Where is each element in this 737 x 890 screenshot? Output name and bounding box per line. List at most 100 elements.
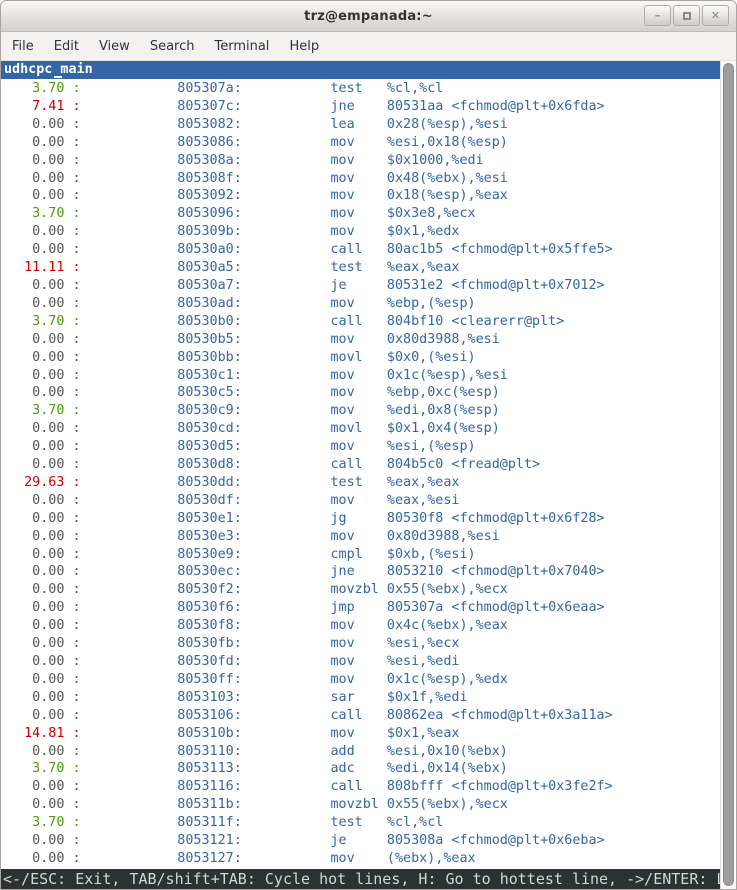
asm-instruction: 8053103: sar $0x1f,%edi [81, 690, 468, 705]
asm-row[interactable]: 0.00 : 8053103: sar $0x1f,%edi [1, 689, 720, 707]
asm-instruction: 805309b: mov $0x1,%edx [81, 224, 460, 239]
asm-instruction: 8053096: mov $0x3e8,%ecx [81, 206, 476, 221]
asm-rows: 3.70 : 805307a: test %cl,%cl 7.41 : 8053… [1, 79, 720, 869]
asm-row[interactable]: 0.00 : 8053116: call 808bfff <fchmod@plt… [1, 778, 720, 796]
asm-row[interactable]: 0.00 : 80530a0: call 80ac1b5 <fchmod@plt… [1, 241, 720, 259]
sample-percent: 0.00 : [8, 296, 81, 311]
asm-instruction: 80530e3: mov 0x80d3988,%esi [81, 529, 500, 544]
asm-instruction: 80530a0: call 80ac1b5 <fchmod@plt+0x5ffe… [81, 242, 613, 257]
asm-row[interactable]: 3.70 : 80530c9: mov %edi,0x8(%esp) [1, 402, 720, 420]
asm-row[interactable]: 0.00 : 80530d8: call 804b5c0 <fread@plt> [1, 456, 720, 474]
status-bar: <-/ESC: Exit, TAB/shift+TAB: Cycle hot l… [1, 869, 720, 889]
asm-row[interactable]: 0.00 : 80530cd: movl $0x1,0x4(%esp) [1, 420, 720, 438]
scrollbar-thumb[interactable] [723, 63, 734, 886]
asm-row[interactable]: 0.00 : 80530d5: mov %esi,(%esp) [1, 438, 720, 456]
asm-row[interactable]: 0.00 : 8053127: mov (%ebx),%eax [1, 850, 720, 868]
asm-row[interactable]: 3.70 : 805311f: test %cl,%cl [1, 814, 720, 832]
asm-row[interactable]: 3.70 : 8053113: adc %edi,0x14(%ebx) [1, 760, 720, 778]
asm-row[interactable]: 0.00 : 80530f6: jmp 805307a <fchmod@plt+… [1, 599, 720, 617]
menu-item-terminal[interactable]: Terminal [204, 34, 279, 59]
sample-percent: 0.00 : [8, 439, 81, 454]
asm-row[interactable]: 29.63 : 80530dd: test %eax,%eax [1, 474, 720, 492]
menu-item-edit[interactable]: Edit [44, 34, 89, 59]
titlebar[interactable]: trz@empanada:~ – ✕ [1, 1, 736, 32]
window-title: trz@empanada:~ [304, 9, 433, 24]
sample-percent: 0.00 : [8, 278, 81, 293]
asm-row[interactable]: 3.70 : 8053096: mov $0x3e8,%ecx [1, 205, 720, 223]
sample-percent: 0.00 : [8, 636, 81, 651]
cursor [54, 76, 62, 78]
asm-row[interactable]: 14.81 : 805310b: mov $0x1,%eax [1, 725, 720, 743]
asm-row[interactable]: 0.00 : 80530c1: mov 0x1c(%esp),%esi [1, 367, 720, 385]
asm-instruction: 8053106: call 80862ea <fchmod@plt+0x3a11… [81, 708, 613, 723]
asm-row[interactable]: 0.00 : 8053086: mov %esi,0x18(%esp) [1, 134, 720, 152]
asm-row[interactable]: 0.00 : 80530f2: movzbl 0x55(%ebx),%ecx [1, 581, 720, 599]
asm-row[interactable]: 0.00 : 80530e1: jg 80530f8 <fchmod@plt+0… [1, 510, 720, 528]
asm-row[interactable]: 0.00 : 80530df: mov %eax,%esi [1, 492, 720, 510]
asm-instruction: 8053086: mov %esi,0x18(%esp) [81, 135, 508, 150]
maximize-button[interactable] [673, 5, 700, 26]
sample-percent: 0.00 : [8, 690, 81, 705]
asm-instruction: 8053121: je 805308a <fchmod@plt+0x6eba> [81, 833, 605, 848]
sample-percent: 11.11 : [8, 260, 81, 275]
asm-row[interactable]: 0.00 : 80530f8: mov 0x4c(%ebx),%eax [1, 617, 720, 635]
sample-percent: 0.00 : [8, 797, 81, 812]
asm-instruction: 80530d8: call 804b5c0 <fread@plt> [81, 457, 541, 472]
asm-row[interactable]: 0.00 : 8053082: lea 0x28(%esp),%esi [1, 116, 720, 134]
asm-row[interactable]: 0.00 : 80530fb: mov %esi,%ecx [1, 635, 720, 653]
sample-percent: 0.00 : [8, 350, 81, 365]
asm-row[interactable]: 0.00 : 80530bb: movl $0x0,(%esi) [1, 349, 720, 367]
sample-percent: 3.70 : [8, 314, 81, 329]
asm-instruction: 80530a5: test %eax,%eax [81, 260, 460, 275]
asm-instruction: 80530d5: mov %esi,(%esp) [81, 439, 476, 454]
asm-row[interactable]: 0.00 : 80530e3: mov 0x80d3988,%esi [1, 528, 720, 546]
asm-instruction: 805307c: jne 80531aa <fchmod@plt+0x6fda> [81, 99, 605, 114]
asm-instruction: 80530b5: mov 0x80d3988,%esi [81, 332, 500, 347]
asm-row[interactable]: 0.00 : 8053092: mov 0x18(%esp),%eax [1, 187, 720, 205]
menu-item-file[interactable]: File [2, 34, 44, 59]
asm-row[interactable]: 0.00 : 80530ad: mov %ebp,(%esp) [1, 295, 720, 313]
asm-instruction: 80530e9: cmpl $0xb,(%esi) [81, 547, 476, 562]
asm-instruction: 80530a7: je 80531e2 <fchmod@plt+0x7012> [81, 278, 605, 293]
asm-row[interactable]: 0.00 : 805308a: mov $0x1000,%edi [1, 152, 720, 170]
scrollbar[interactable] [720, 61, 736, 889]
sample-percent: 14.81 : [8, 726, 81, 741]
sample-percent: 29.63 : [8, 475, 81, 490]
sample-percent: 0.00 : [8, 547, 81, 562]
asm-instruction: 805310b: mov $0x1,%eax [81, 726, 460, 741]
sample-percent: 0.00 : [8, 511, 81, 526]
asm-row[interactable]: 0.00 : 8053110: add %esi,0x10(%ebx) [1, 743, 720, 761]
asm-row[interactable]: 0.00 : 80530ff: mov 0x1c(%esp),%edx [1, 671, 720, 689]
asm-row[interactable]: 0.00 : 80530a7: je 80531e2 <fchmod@plt+0… [1, 277, 720, 295]
asm-row[interactable]: 0.00 : 805311b: movzbl 0x55(%ebx),%ecx [1, 796, 720, 814]
asm-row[interactable]: 3.70 : 805307a: test %cl,%cl [1, 80, 720, 98]
minimize-button[interactable]: – [644, 5, 671, 26]
menu-item-view[interactable]: View [89, 34, 140, 59]
asm-instruction: 80530f6: jmp 805307a <fchmod@plt+0x6eaa> [81, 600, 605, 615]
symbol-header[interactable]: udhcpc main [1, 61, 720, 79]
asm-row[interactable]: 0.00 : 8053106: call 80862ea <fchmod@plt… [1, 707, 720, 725]
asm-instruction: 80530fd: mov %esi,%edi [81, 654, 460, 669]
asm-row[interactable]: 0.00 : 8053121: je 805308a <fchmod@plt+0… [1, 832, 720, 850]
sample-percent: 0.00 : [8, 171, 81, 186]
menu-item-search[interactable]: Search [140, 34, 205, 59]
asm-row[interactable]: 0.00 : 80530c5: mov %ebp,0xc(%esp) [1, 384, 720, 402]
sample-percent: 0.00 : [8, 582, 81, 597]
asm-row[interactable]: 3.70 : 80530b0: call 804bf10 <clearerr@p… [1, 313, 720, 331]
asm-row[interactable]: 0.00 : 805309b: mov $0x1,%edx [1, 223, 720, 241]
perf-annotate-view: udhcpc main 3.70 : 805307a: test %cl,%cl… [1, 61, 720, 889]
asm-instruction: 80530ec: jne 8053210 <fchmod@plt+0x7040> [81, 564, 605, 579]
close-button[interactable]: ✕ [702, 5, 729, 26]
asm-row[interactable]: 0.00 : 805308f: mov 0x48(%ebx),%esi [1, 170, 720, 188]
asm-row[interactable]: 0.00 : 80530e9: cmpl $0xb,(%esi) [1, 546, 720, 564]
sample-percent: 0.00 : [8, 135, 81, 150]
asm-row[interactable]: 0.00 : 80530ec: jne 8053210 <fchmod@plt+… [1, 563, 720, 581]
asm-instruction: 805308a: mov $0x1000,%edi [81, 153, 484, 168]
asm-row[interactable]: 11.11 : 80530a5: test %eax,%eax [1, 259, 720, 277]
menu-item-help[interactable]: Help [279, 34, 329, 59]
asm-row[interactable]: 0.00 : 80530fd: mov %esi,%edi [1, 653, 720, 671]
asm-instruction: 8053116: call 808bfff <fchmod@plt+0x3fe2… [81, 779, 613, 794]
window-controls: – ✕ [644, 5, 729, 26]
asm-row[interactable]: 0.00 : 80530b5: mov 0x80d3988,%esi [1, 331, 720, 349]
asm-row[interactable]: 7.41 : 805307c: jne 80531aa <fchmod@plt+… [1, 98, 720, 116]
